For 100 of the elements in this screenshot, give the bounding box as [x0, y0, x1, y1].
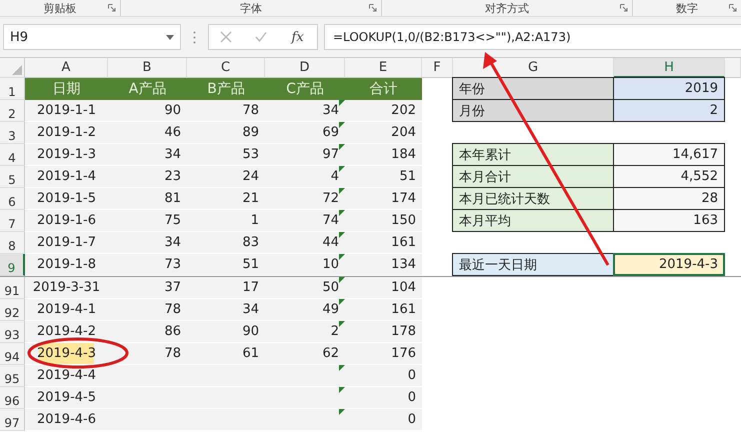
column-header[interactable]: G — [453, 58, 614, 78]
column-header[interactable]: E — [345, 58, 422, 78]
label-cell: 年份 — [452, 77, 614, 100]
row-header[interactable]: 3 — [0, 122, 25, 144]
table-cell: 34 — [187, 299, 265, 321]
row-header[interactable]: 6 — [0, 188, 25, 210]
table-cell: 178 — [345, 321, 422, 343]
table-cell: 2019-1-3 — [25, 144, 108, 166]
row-header[interactable]: 8 — [0, 232, 25, 254]
table-cell: 4 — [265, 166, 345, 188]
table-cell: 37 — [108, 277, 187, 299]
table-cell: 83 — [187, 232, 265, 254]
table-cell: 72 — [265, 188, 345, 210]
table-cell: 78 — [187, 100, 265, 122]
row-header[interactable]: 2 — [0, 100, 25, 122]
table-cell: 69 — [265, 122, 345, 144]
table-cell: 2019-1-5 — [25, 188, 108, 210]
select-all-icon[interactable] — [12, 65, 22, 75]
table-cell: 51 — [345, 166, 422, 188]
value-cell: 163 — [613, 209, 725, 232]
table-cell: 86 — [108, 321, 187, 343]
value-cell: 2019-4-3 — [613, 253, 725, 276]
value-cell: 14,617 — [613, 143, 725, 166]
table-cell: 89 — [187, 122, 265, 144]
table-cell: 0 — [345, 365, 422, 387]
column-header[interactable] — [725, 58, 741, 78]
table-cell: 2019-4-5 — [25, 387, 108, 409]
drag-handle-icon[interactable] — [193, 30, 196, 44]
row-header[interactable]: 4 — [0, 144, 25, 166]
column-header[interactable]: B — [108, 58, 187, 78]
table-cell: 73 — [108, 254, 187, 276]
header-cell: B产品 — [187, 78, 265, 100]
table-cell: 34 — [108, 144, 187, 166]
table-cell: 62 — [265, 343, 345, 365]
table-cell: 184 — [345, 144, 422, 166]
dialog-launcher-icon[interactable] — [108, 4, 116, 12]
table-cell: 44 — [265, 232, 345, 254]
row-header[interactable]: 94 — [0, 343, 25, 365]
row-header[interactable]: 93 — [0, 321, 25, 343]
table-cell: 2019-4-4 — [25, 365, 108, 387]
label-cell: 本年累计 — [452, 143, 614, 166]
name-box[interactable]: H9 — [3, 24, 181, 50]
table-cell: 90 — [108, 100, 187, 122]
dialog-launcher-icon[interactable] — [369, 4, 377, 12]
table-cell: 2019-1-8 — [25, 254, 108, 276]
column-header[interactable]: A — [25, 58, 108, 78]
table-cell: 176 — [345, 343, 422, 365]
table-cell: 78 — [108, 299, 187, 321]
dialog-launcher-icon[interactable] — [620, 4, 628, 12]
dropdown-caret-icon — [166, 34, 174, 40]
table-cell: 2019-4-2 — [25, 321, 108, 343]
column-header[interactable]: D — [265, 58, 345, 78]
table-cell: 74 — [265, 210, 345, 232]
table-cell: 161 — [345, 299, 422, 321]
ribbon-group-label: 数字 — [676, 0, 698, 16]
table-cell: 2019-4-1 — [25, 299, 108, 321]
table-cell: 17 — [187, 277, 265, 299]
label-cell: 本月已统计天数 — [452, 187, 614, 210]
table-cell: 2019-1-1 — [25, 100, 108, 122]
table-cell: 204 — [345, 122, 422, 144]
table-cell: 2019-4-3 — [25, 343, 108, 365]
table-cell: 46 — [108, 122, 187, 144]
row-header[interactable]: 91 — [0, 277, 25, 299]
table-cell: 134 — [345, 254, 422, 276]
header-cell: A产品 — [108, 78, 187, 100]
label-cell: 月份 — [452, 99, 614, 122]
column-header[interactable]: H — [614, 58, 725, 78]
row-header[interactable]: 1 — [0, 78, 25, 100]
table-cell: 75 — [108, 210, 187, 232]
table-cell: 2 — [265, 321, 345, 343]
row-header[interactable]: 5 — [0, 166, 25, 188]
table-cell: 97 — [265, 144, 345, 166]
table-cell: 21 — [187, 188, 265, 210]
row-header[interactable]: 9 — [0, 254, 25, 276]
dialog-launcher-icon[interactable] — [729, 4, 737, 12]
row-header[interactable]: 92 — [0, 299, 25, 321]
row-header[interactable]: 7 — [0, 210, 25, 232]
table-cell: 10 — [265, 254, 345, 276]
table-cell: 90 — [187, 321, 265, 343]
cancel-icon[interactable] — [220, 31, 232, 43]
label-cell: 最近一天日期 — [452, 253, 614, 276]
formula-field[interactable]: =LOOKUP(1,0/(B2:B173<>""),A2:A173) — [324, 24, 741, 50]
row-header[interactable]: 96 — [0, 387, 25, 409]
insert-function-button[interactable]: fx — [290, 30, 306, 44]
column-header[interactable]: C — [187, 58, 265, 78]
ribbon-group-label: 剪贴板 — [44, 0, 76, 16]
value-cell: 28 — [613, 187, 725, 210]
table-cell: 81 — [108, 188, 187, 210]
table-cell: 174 — [345, 188, 422, 210]
table-cell: 2019-1-2 — [25, 122, 108, 144]
table-cell: 202 — [345, 100, 422, 122]
table-cell: 2019-1-6 — [25, 210, 108, 232]
table-cell: 49 — [265, 299, 345, 321]
table-cell: 34 — [108, 232, 187, 254]
table-cell: 161 — [345, 232, 422, 254]
row-header[interactable]: 95 — [0, 365, 25, 387]
table-cell: 104 — [345, 277, 422, 299]
row-header[interactable]: 97 — [0, 409, 25, 431]
column-header[interactable]: F — [422, 58, 453, 78]
check-icon[interactable] — [254, 31, 267, 43]
